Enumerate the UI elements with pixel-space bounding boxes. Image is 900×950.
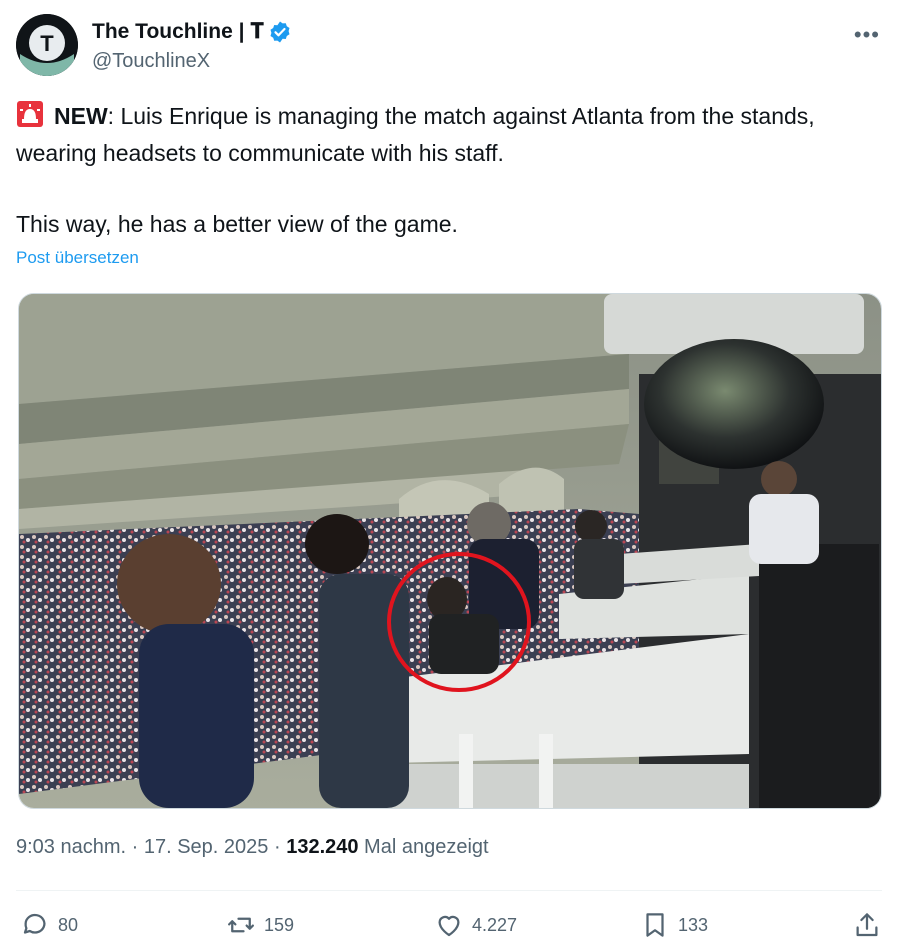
rotating-light-icon [16,100,44,128]
stadium-photo-image [19,294,881,808]
avatar[interactable]: T [16,14,78,76]
reply-count: 80 [58,914,79,935]
action-bar: 80 159 4.227 133 [16,910,882,946]
views-label: Mal angezeigt [358,836,489,858]
bookmark-count: 133 [678,914,709,935]
repost-button[interactable]: 159 [226,910,294,940]
meta-separator: · [268,836,287,858]
tweet-time[interactable]: 9:03 nachm. [16,836,126,858]
repost-count: 159 [264,914,295,935]
display-name[interactable]: The Touchline | 𝐓 [92,20,264,44]
tweet-date[interactable]: 17. Sep. 2025 [144,836,269,858]
tweet-meta: 9:03 nachm. · 17. Sep. 2025 · 132.240 Ma… [16,836,489,859]
repost-icon [228,917,254,933]
tweet-text: NEW: Luis Enrique is managing the match … [16,98,876,243]
heart-icon [438,915,460,937]
meta-separator: · [126,836,144,858]
name-row: The Touchline | 𝐓 [92,20,292,44]
avatar-letter: T [40,31,54,56]
share-icon [856,913,878,937]
reply-icon [23,913,46,934]
views-count: 132.240 [286,836,359,858]
divider [16,890,882,891]
handle[interactable]: @TouchlineX [92,50,210,73]
verified-badge-icon [268,20,292,44]
tweet-paragraph-2: This way, he has a better view of the ga… [16,211,458,237]
tweet-photo[interactable] [18,293,882,809]
tweet-label: NEW [54,103,108,129]
reply-button[interactable]: 80 [20,910,78,940]
tweet-header: T The Touchline | 𝐓 @TouchlineX ••• [16,14,884,78]
more-options-icon[interactable]: ••• [854,22,880,48]
like-button[interactable]: 4.227 [434,910,517,940]
translate-post-link[interactable]: Post übersetzen [16,248,139,268]
tweet-paragraph-1: NEW: Luis Enrique is managing the match … [16,98,876,172]
share-button[interactable] [852,910,882,940]
tweet-line-1: : Luis Enrique is managing the match aga… [16,103,815,166]
touchline-logo-icon: T [16,14,78,76]
bookmark-icon [646,913,664,937]
like-count: 4.227 [472,914,518,935]
bookmark-button[interactable]: 133 [640,910,708,940]
